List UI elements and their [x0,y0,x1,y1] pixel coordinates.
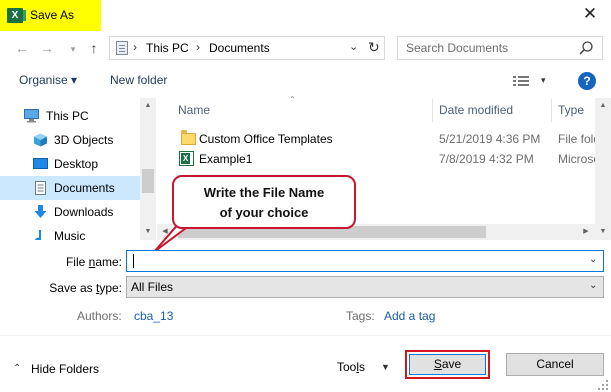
callout-text: Write the File Name of your choice [172,183,356,223]
pc-icon [24,109,39,123]
save-as-type-value[interactable]: All Files [131,280,173,294]
search-icon[interactable] [578,40,594,56]
column-header-date-modified[interactable]: Date modified [439,103,513,117]
sort-caret-icon: ⌃ [289,95,296,104]
help-icon[interactable]: ? [578,72,596,90]
excel-file-icon [179,151,194,166]
column-divider[interactable] [551,98,552,122]
file-list-vertical-scrollbar[interactable] [595,98,611,240]
sidebar-item-documents[interactable]: Documents [0,176,140,200]
column-header-type[interactable]: Type [558,103,584,117]
column-divider[interactable] [432,98,433,122]
organise-button[interactable]: Organise ▾ [19,73,77,87]
save-as-type-select[interactable] [126,276,604,298]
search-input[interactable]: Search Documents [406,41,508,55]
resize-grip-icon[interactable] [598,380,608,390]
desktop-icon [33,158,48,169]
forward-arrow-icon[interactable]: → [38,39,56,57]
download-arrow-icon [34,205,47,218]
sidebar-item-3d-objects[interactable]: 3D Objects [0,128,140,152]
view-options-icon[interactable] [513,75,529,87]
file-name-label: File name: [65,255,122,269]
navigation-scroll-thumb[interactable] [142,169,154,193]
callout-line-1: Write the File Name [203,185,325,200]
music-note-icon [35,230,41,240]
breadcrumb-separator-icon[interactable]: › [133,40,137,54]
excel-app-icon: X [7,8,26,23]
sidebar-item-label: Music [54,229,86,240]
sidebar-item-downloads[interactable]: Downloads [0,200,140,224]
text-cursor [133,254,134,268]
new-folder-button[interactable]: New folder [110,73,167,87]
up-arrow-icon[interactable]: ↑ [85,39,103,57]
tools-dropdown-icon[interactable]: ▼ [381,362,390,372]
sidebar-item-label: 3D Objects [54,133,114,147]
sidebar-item-music[interactable]: Music [0,224,140,240]
view-dropdown-icon[interactable]: ▾ [541,75,546,86]
sidebar-item-label: Downloads [54,205,114,219]
cube-icon [34,133,47,147]
window-title: Save As [30,8,75,22]
column-header-name[interactable]: Name [178,103,210,117]
hide-folders-button[interactable]: Hide Folders [31,362,99,376]
file-name-dropdown-icon[interactable]: ⌄ [589,254,597,265]
address-dropdown-icon[interactable]: ⌄ [349,40,358,53]
save-as-type-label: Save as type: [49,281,122,295]
sidebar-item-this-pc[interactable]: This PC [0,104,140,128]
file-row[interactable]: Custom Office Templates 5/21/2019 4:36 P… [157,128,611,150]
authors-value[interactable]: cba_13 [134,309,173,323]
scroll-up-arrow-icon[interactable]: ▲ [142,100,154,112]
callout-line-2: of your choice [219,205,309,220]
address-bar[interactable]: › This PC › Documents ⌄ ↻ [109,36,385,60]
close-icon[interactable]: ✕ [577,3,603,25]
scroll-right-arrow-icon[interactable]: ▶ [580,226,592,238]
sidebar-item-label: This PC [46,109,89,123]
sidebar-item-desktop[interactable]: Desktop [0,152,140,176]
breadcrumb-separator-icon[interactable]: › [196,40,200,54]
hide-folders-caret-icon[interactable]: ⌃ [13,363,21,374]
breadcrumb-this-pc[interactable]: This PC [146,41,189,55]
refresh-icon[interactable]: ↻ [368,39,380,56]
search-box[interactable]: Search Documents [397,36,603,60]
address-location-icon [116,41,128,55]
file-date: 5/21/2019 4:36 PM [439,132,541,146]
file-date: 7/8/2019 4:32 PM [439,152,534,166]
sidebar-item-label: Documents [54,181,115,195]
recent-locations-chevron-icon[interactable]: ▾ [64,40,82,58]
back-arrow-icon[interactable]: ← [13,39,31,57]
cancel-button[interactable]: Cancel [506,353,604,376]
tags-label: Tags: [346,309,375,323]
scroll-up-arrow-icon[interactable]: ▲ [597,100,609,112]
file-name: Example1 [199,152,253,166]
file-name: Custom Office Templates [199,132,333,146]
documents-icon [35,181,46,195]
file-name-field[interactable] [126,250,604,272]
tools-button[interactable]: Tools [337,360,365,374]
save-as-type-dropdown-icon[interactable]: ⌄ [589,280,597,291]
folder-icon [181,130,196,145]
file-row[interactable]: Example1 7/8/2019 4:32 PM Microsoft [157,148,607,170]
authors-label: Authors: [77,309,122,323]
breadcrumb-documents[interactable]: Documents [209,41,270,55]
save-button[interactable]: Save [409,354,486,375]
sidebar-item-label: Desktop [54,157,99,171]
footer-divider [0,335,611,336]
scroll-down-arrow-icon[interactable]: ▼ [597,226,609,238]
tags-value[interactable]: Add a tag [384,309,435,323]
